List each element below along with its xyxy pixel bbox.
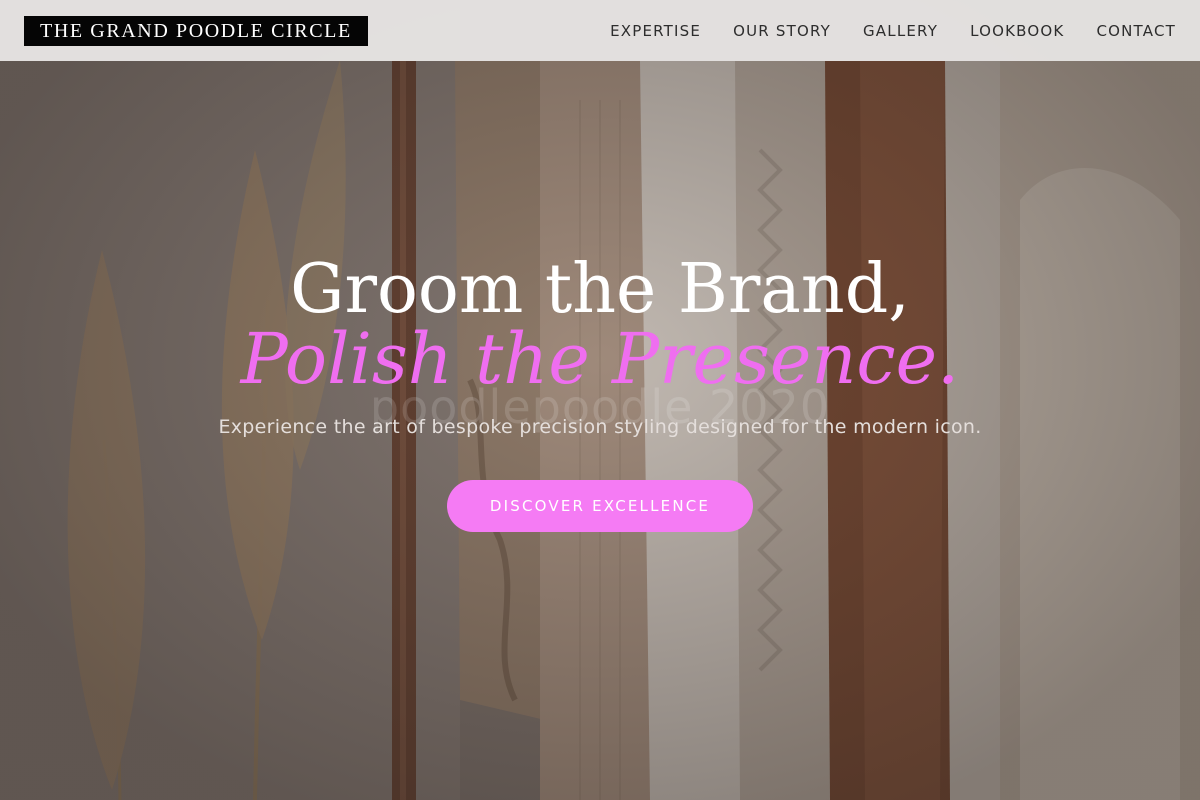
hero-content: poodlepoodle 2020 Groom the Brand, Polis… <box>0 250 1200 532</box>
site-header: THE GRAND POODLE CIRCLE EXPERTISE OUR ST… <box>0 0 1200 61</box>
nav-item-gallery[interactable]: GALLERY <box>863 22 938 40</box>
main-nav: EXPERTISE OUR STORY GALLERY LOOKBOOK CON… <box>610 22 1176 40</box>
nav-item-our-story[interactable]: OUR STORY <box>733 22 831 40</box>
nav-item-lookbook[interactable]: LOOKBOOK <box>970 22 1064 40</box>
nav-item-expertise[interactable]: EXPERTISE <box>610 22 701 40</box>
brand-logo[interactable]: THE GRAND POODLE CIRCLE <box>24 15 368 46</box>
discover-excellence-button[interactable]: DISCOVER EXCELLENCE <box>447 480 753 532</box>
nav-item-contact[interactable]: CONTACT <box>1096 22 1176 40</box>
watermark-text: poodlepoodle 2020 <box>369 380 831 434</box>
